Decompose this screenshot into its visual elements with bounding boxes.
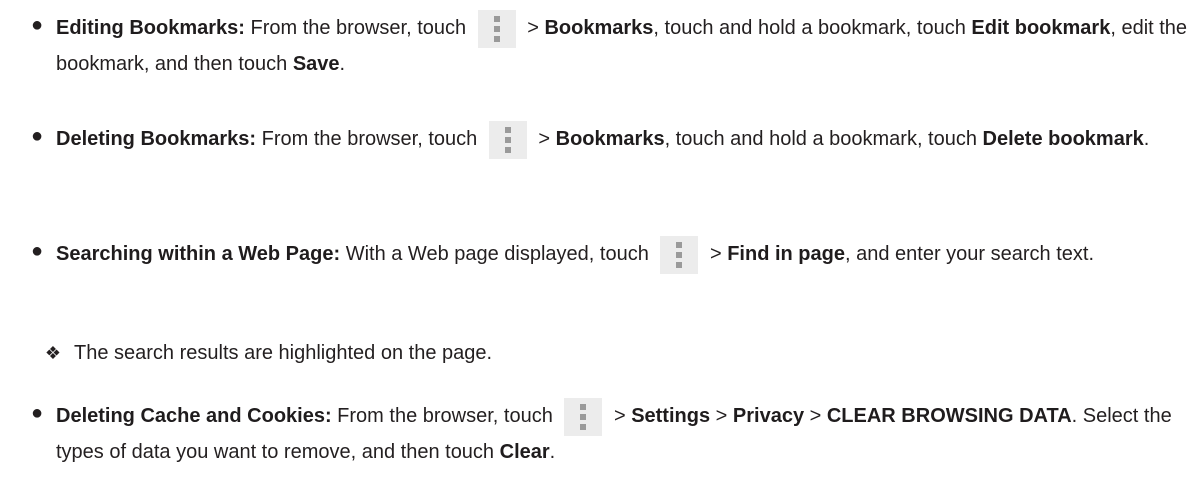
bullet: ●	[30, 402, 44, 424]
sub-item-text: The search results are highlighted on th…	[74, 342, 493, 364]
diamond-bullet-icon: ❖	[44, 343, 62, 363]
bullet: ●	[30, 240, 44, 262]
bullet: ●	[30, 14, 44, 36]
more-vert-icon	[477, 10, 516, 48]
list-item-text: Deleting Bookmarks: From the browser, to…	[56, 121, 1194, 159]
list-item-text: Editing Bookmarks: From the browser, tou…	[56, 10, 1194, 80]
item-title: Deleting Cache and Cookies:	[56, 405, 332, 427]
more-vert-icon	[564, 398, 603, 436]
item-title: Deleting Bookmarks:	[56, 128, 257, 150]
more-vert-icon	[660, 236, 699, 274]
more-vert-icon	[488, 121, 527, 159]
list-item-text: Deleting Cache and Cookies: From the bro…	[56, 398, 1194, 468]
item-title: Searching within a Web Page:	[56, 243, 341, 265]
list-item-text: Searching within a Web Page: With a Web …	[56, 236, 1194, 274]
item-title: Editing Bookmarks:	[56, 17, 245, 39]
bullet: ●	[30, 125, 44, 147]
